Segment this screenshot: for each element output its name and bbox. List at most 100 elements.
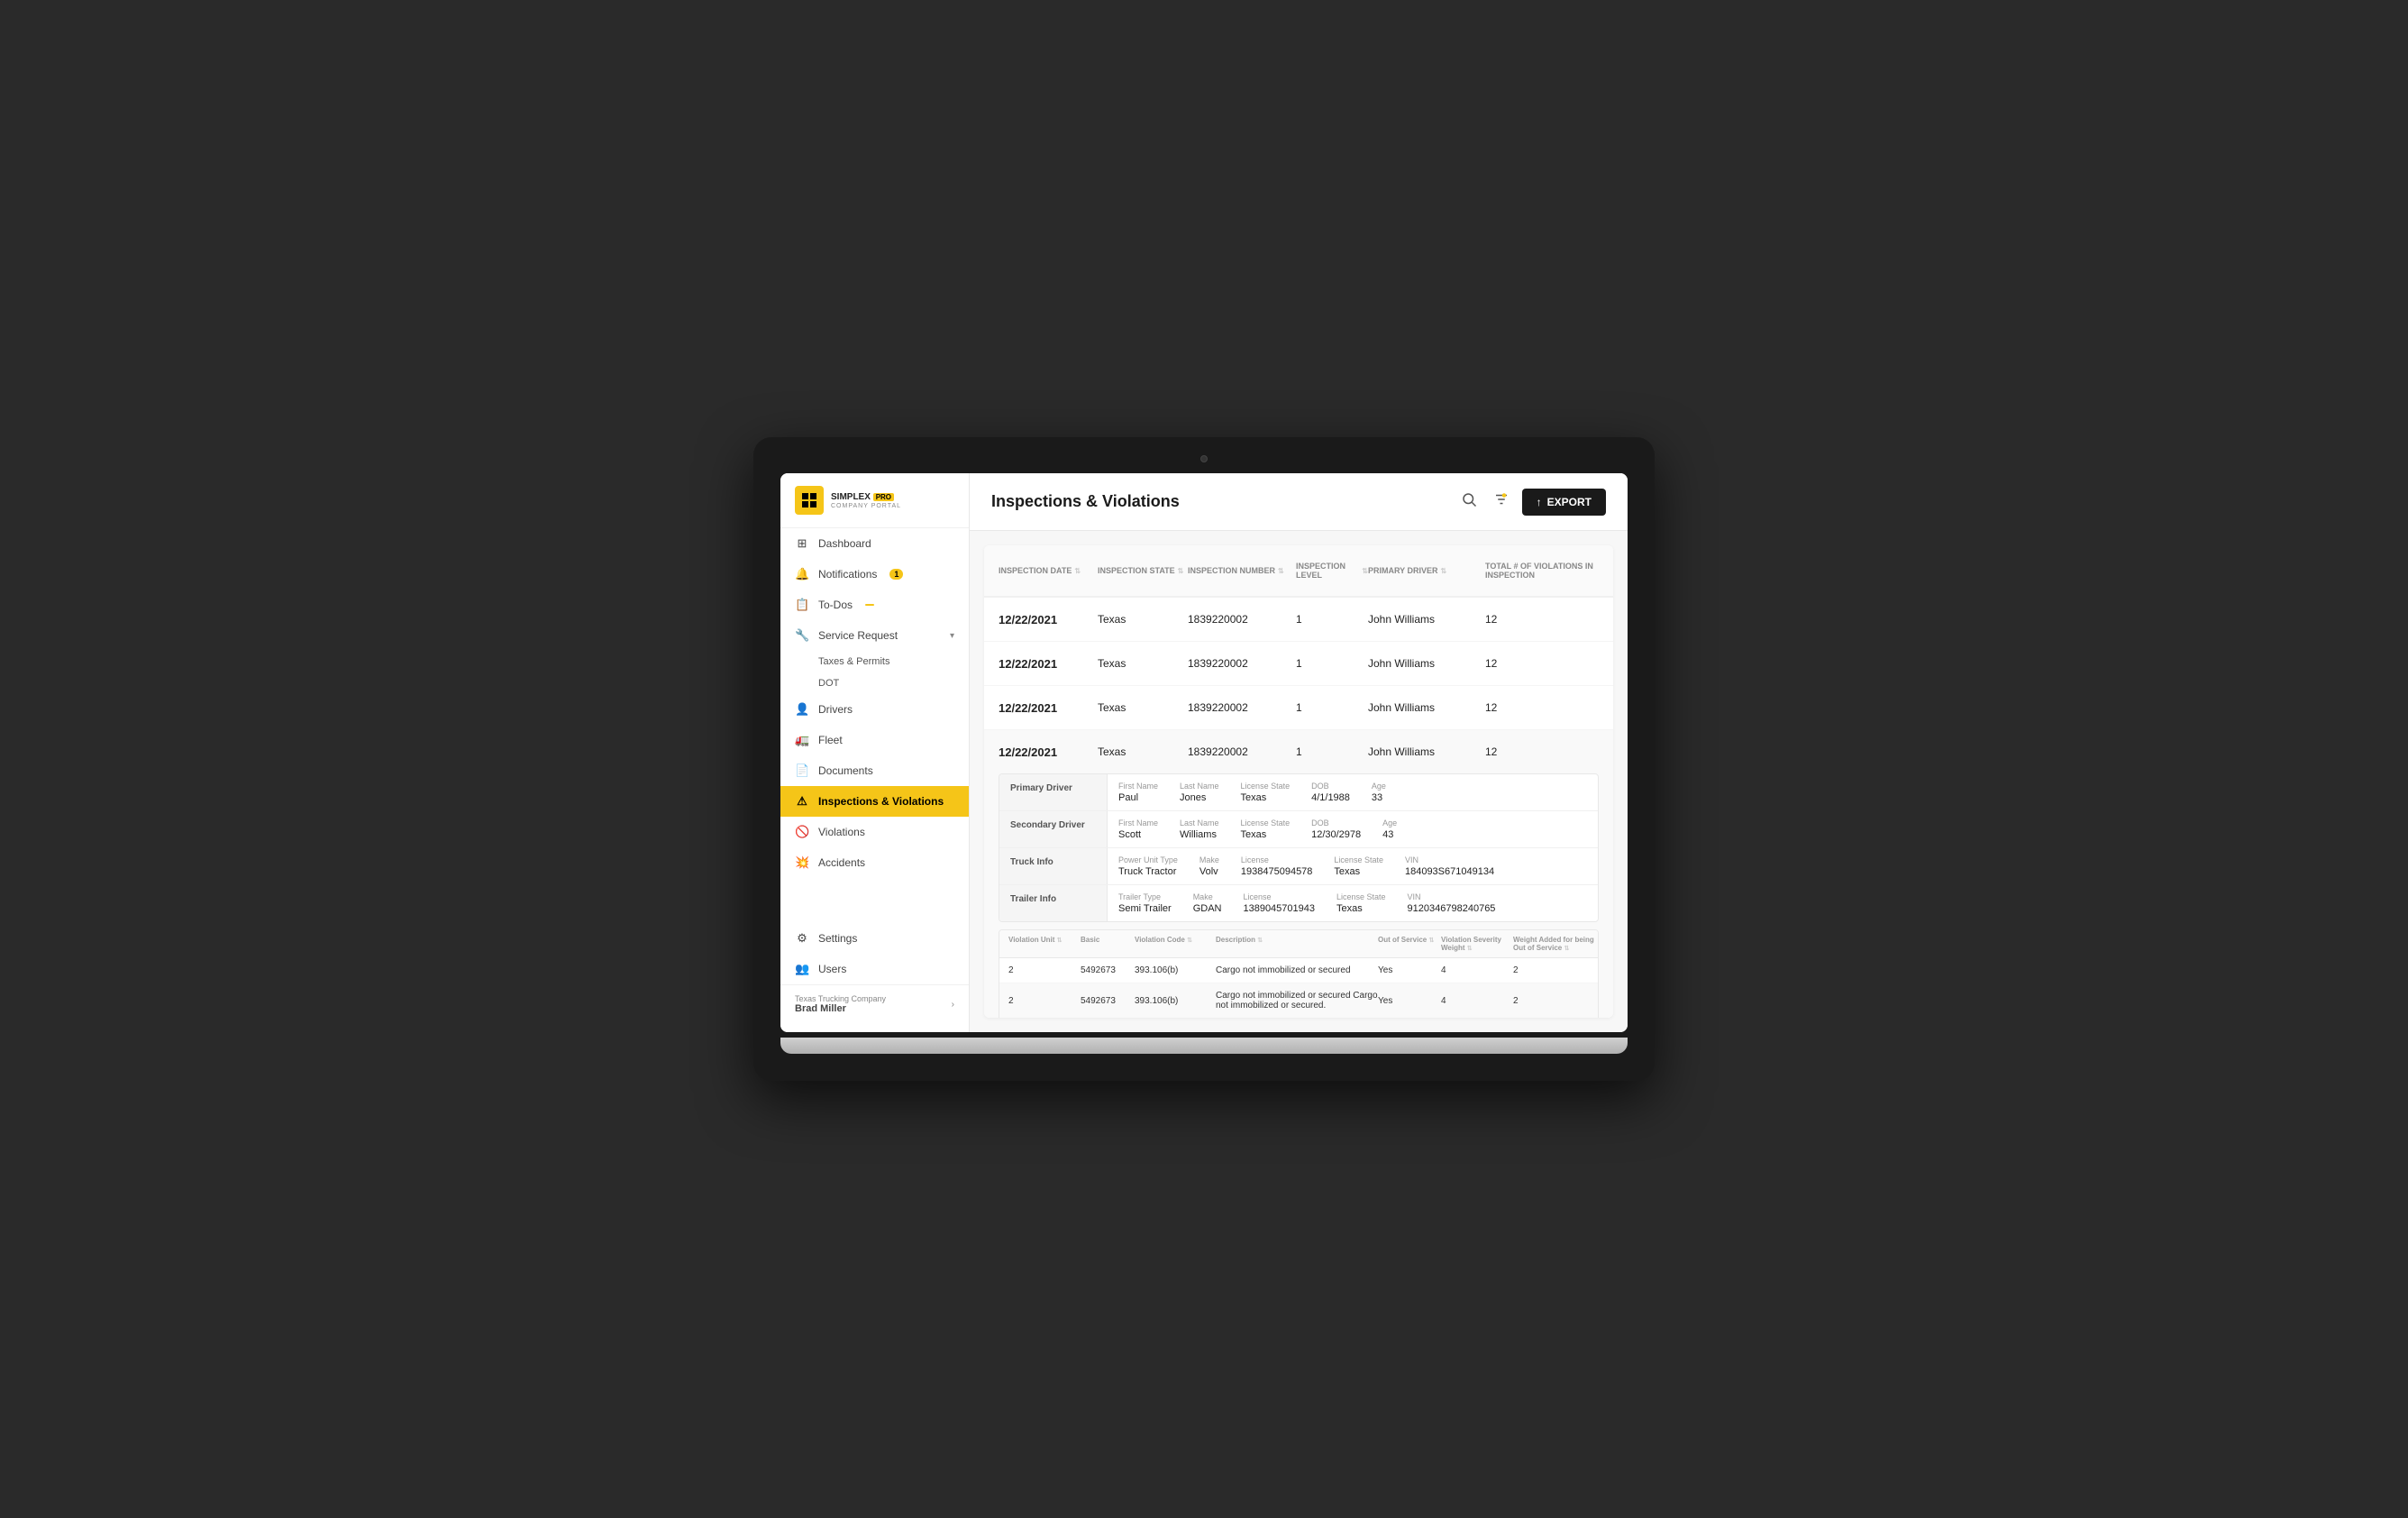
dot-label: DOT [818,678,839,689]
sort-icon-driver: ⇅ [1441,567,1447,575]
cell-state-3: Texas [1098,701,1188,714]
primary-driver-dob: DOB 4/1/1988 [1311,782,1350,803]
trailer-info-label: Trailer Info [999,885,1108,921]
sidebar-item-dashboard[interactable]: ⊞ Dashboard [780,528,969,559]
cell-date-1: 12/22/2021 [999,613,1098,626]
cell-date-3: 12/22/2021 [999,701,1098,715]
users-icon: 👥 [795,962,809,976]
sidebar-logo: SIMPLEX PRO COMPANY PORTAL [780,473,969,528]
export-button[interactable]: ↑ EXPORT [1522,489,1606,516]
secondary-driver-row: Secondary Driver First Name Scott Last N… [999,811,1598,848]
violation-row[interactable]: 2 5492673 393.106(b) Cargo not immobiliz… [999,958,1598,983]
sort-icon-state: ⇅ [1178,567,1184,575]
sidebar-item-taxes-permits[interactable]: Taxes & Permits [780,651,969,672]
service-request-icon: 🔧 [795,628,809,643]
v-cell-oos-2: Yes [1378,996,1441,1006]
sidebar-item-todos[interactable]: 📋 To-Dos [780,590,969,620]
truck-license-state: License State Texas [1334,855,1383,877]
laptop-camera [1200,455,1208,462]
sidebar-item-users[interactable]: 👥 Users [780,954,969,984]
search-button[interactable] [1457,488,1481,516]
table-row[interactable]: 12/22/2021 Texas 1839220002 1 John Willi… [984,642,1613,686]
inspections-icon: ⚠ [795,794,809,809]
sidebar: SIMPLEX PRO COMPANY PORTAL ⊞ Dashboard 🔔… [780,473,970,1032]
user-company: Texas Trucking Company [795,994,886,1003]
table-row[interactable]: 12/22/2021 Texas 1839220002 1 John Willi… [984,686,1613,730]
trailer-license: License 1389045701943 [1243,892,1315,914]
header-actions: ↑ EXPORT [1457,488,1606,516]
cell-level-3: 1 [1296,701,1368,714]
violations-subtable: Violation Unit ⇅ Basic Violation Code ⇅ [999,929,1599,1018]
sidebar-item-fleet[interactable]: 🚛 Fleet [780,725,969,755]
v-sort-desc: ⇅ [1257,937,1263,944]
sidebar-item-todos-label: To-Dos [818,599,853,611]
trailer-info-fields: Trailer Type Semi Trailer Make GDAN Lice… [1108,885,1598,921]
primary-driver-firstname: First Name Paul [1118,782,1158,803]
sidebar-item-drivers[interactable]: 👤 Drivers [780,694,969,725]
v-th-weight-added: Weight Added for being Out of Service ⇅ [1513,936,1599,952]
main-content: Inspections & Violations [970,473,1628,1032]
sidebar-item-settings-label: Settings [818,932,857,945]
sidebar-item-inspections[interactable]: ⚠ Inspections & Violations [780,786,969,817]
laptop-screen: SIMPLEX PRO COMPANY PORTAL ⊞ Dashboard 🔔… [780,473,1628,1032]
sidebar-item-violations-label: Violations [818,826,865,838]
logo-portal: COMPANY PORTAL [831,503,901,509]
sidebar-item-settings[interactable]: ⚙ Settings [780,923,969,954]
v-th-oos: Out of Service ⇅ [1378,936,1441,952]
user-footer[interactable]: Texas Trucking Company Brad Miller › [780,984,969,1023]
trailer-make: Make GDAN [1193,892,1222,914]
sidebar-item-fleet-label: Fleet [818,734,843,746]
expanded-detail: Primary Driver First Name Paul Last Name… [984,773,1613,1018]
sidebar-item-accidents[interactable]: 💥 Accidents [780,847,969,878]
primary-driver-license-state: License State Texas [1241,782,1291,803]
table-header: Inspection Date ⇅ Inspection State ⇅ Ins… [984,545,1613,598]
nav-bottom: ⚙ Settings 👥 Users Texas Trucking Compan… [780,923,969,1023]
cell-level-1: 1 [1296,613,1368,626]
sidebar-item-documents-label: Documents [818,764,873,777]
truck-info-fields: Power Unit Type Truck Tractor Make Volv … [1108,848,1598,884]
sidebar-item-service-request-label: Service Request [818,629,898,642]
todos-badge [865,604,874,606]
v-cell-severity-2: 4 [1441,996,1513,1006]
violation-row[interactable]: 2 5492673 393.106(b) Cargo not immobiliz… [999,983,1598,1018]
page-title: Inspections & Violations [991,492,1180,511]
todos-icon: 📋 [795,598,809,612]
th-violations: Total # of Violations in Inspection ⇅ [1485,553,1613,589]
logo-name: SIMPLEX PRO [831,492,901,503]
secondary-driver-firstname: First Name Scott [1118,818,1158,840]
v-cell-unit-2: 2 [1008,996,1081,1006]
sidebar-item-users-label: Users [818,963,846,975]
sidebar-item-service-request[interactable]: 🔧 Service Request ▾ [780,620,969,651]
drivers-icon: 👤 [795,702,809,717]
detail-grid: Primary Driver First Name Paul Last Name… [999,773,1599,922]
v-th-unit: Violation Unit ⇅ [1008,936,1081,952]
user-name: Brad Miller [795,1003,886,1014]
logo-icon [795,486,824,515]
sidebar-item-drivers-label: Drivers [818,703,853,716]
sidebar-item-violations[interactable]: 🚫 Violations [780,817,969,847]
table-row[interactable]: 12/22/2021 Texas 1839220002 1 John Willi… [984,598,1613,642]
truck-make: Make Volv [1199,855,1219,877]
primary-driver-age: Age 33 [1372,782,1386,803]
sidebar-item-dot[interactable]: DOT [780,672,969,694]
cell-number-3: 1839220002 [1188,701,1296,714]
secondary-driver-fields: First Name Scott Last Name Williams Lice… [1108,811,1598,847]
th-driver: Primary Driver ⇅ [1368,553,1485,589]
cell-date-4: 12/22/2021 [999,745,1098,759]
main-header: Inspections & Violations [970,473,1628,531]
filter-button[interactable] [1490,488,1513,516]
cell-state-2: Texas [1098,657,1188,670]
sort-icon-level: ⇅ [1362,567,1368,575]
sidebar-item-notifications[interactable]: 🔔 Notifications 1 [780,559,969,590]
laptop-frame: SIMPLEX PRO COMPANY PORTAL ⊞ Dashboard 🔔… [753,437,1655,1081]
v-cell-basic-2: 5492673 [1081,996,1135,1006]
secondary-driver-age: Age 43 [1382,818,1397,840]
sidebar-item-documents[interactable]: 📄 Documents [780,755,969,786]
cell-number-4: 1839220002 [1188,745,1296,758]
v-cell-unit-1: 2 [1008,965,1081,975]
notifications-badge: 1 [889,569,903,580]
v-th-severity: Violation Severity Weight ⇅ [1441,936,1513,952]
table-row-expanded[interactable]: 12/22/2021 Texas 1839220002 1 John Willi… [984,730,1613,773]
v-sort-unit: ⇅ [1057,937,1063,944]
dashboard-icon: ⊞ [795,536,809,551]
